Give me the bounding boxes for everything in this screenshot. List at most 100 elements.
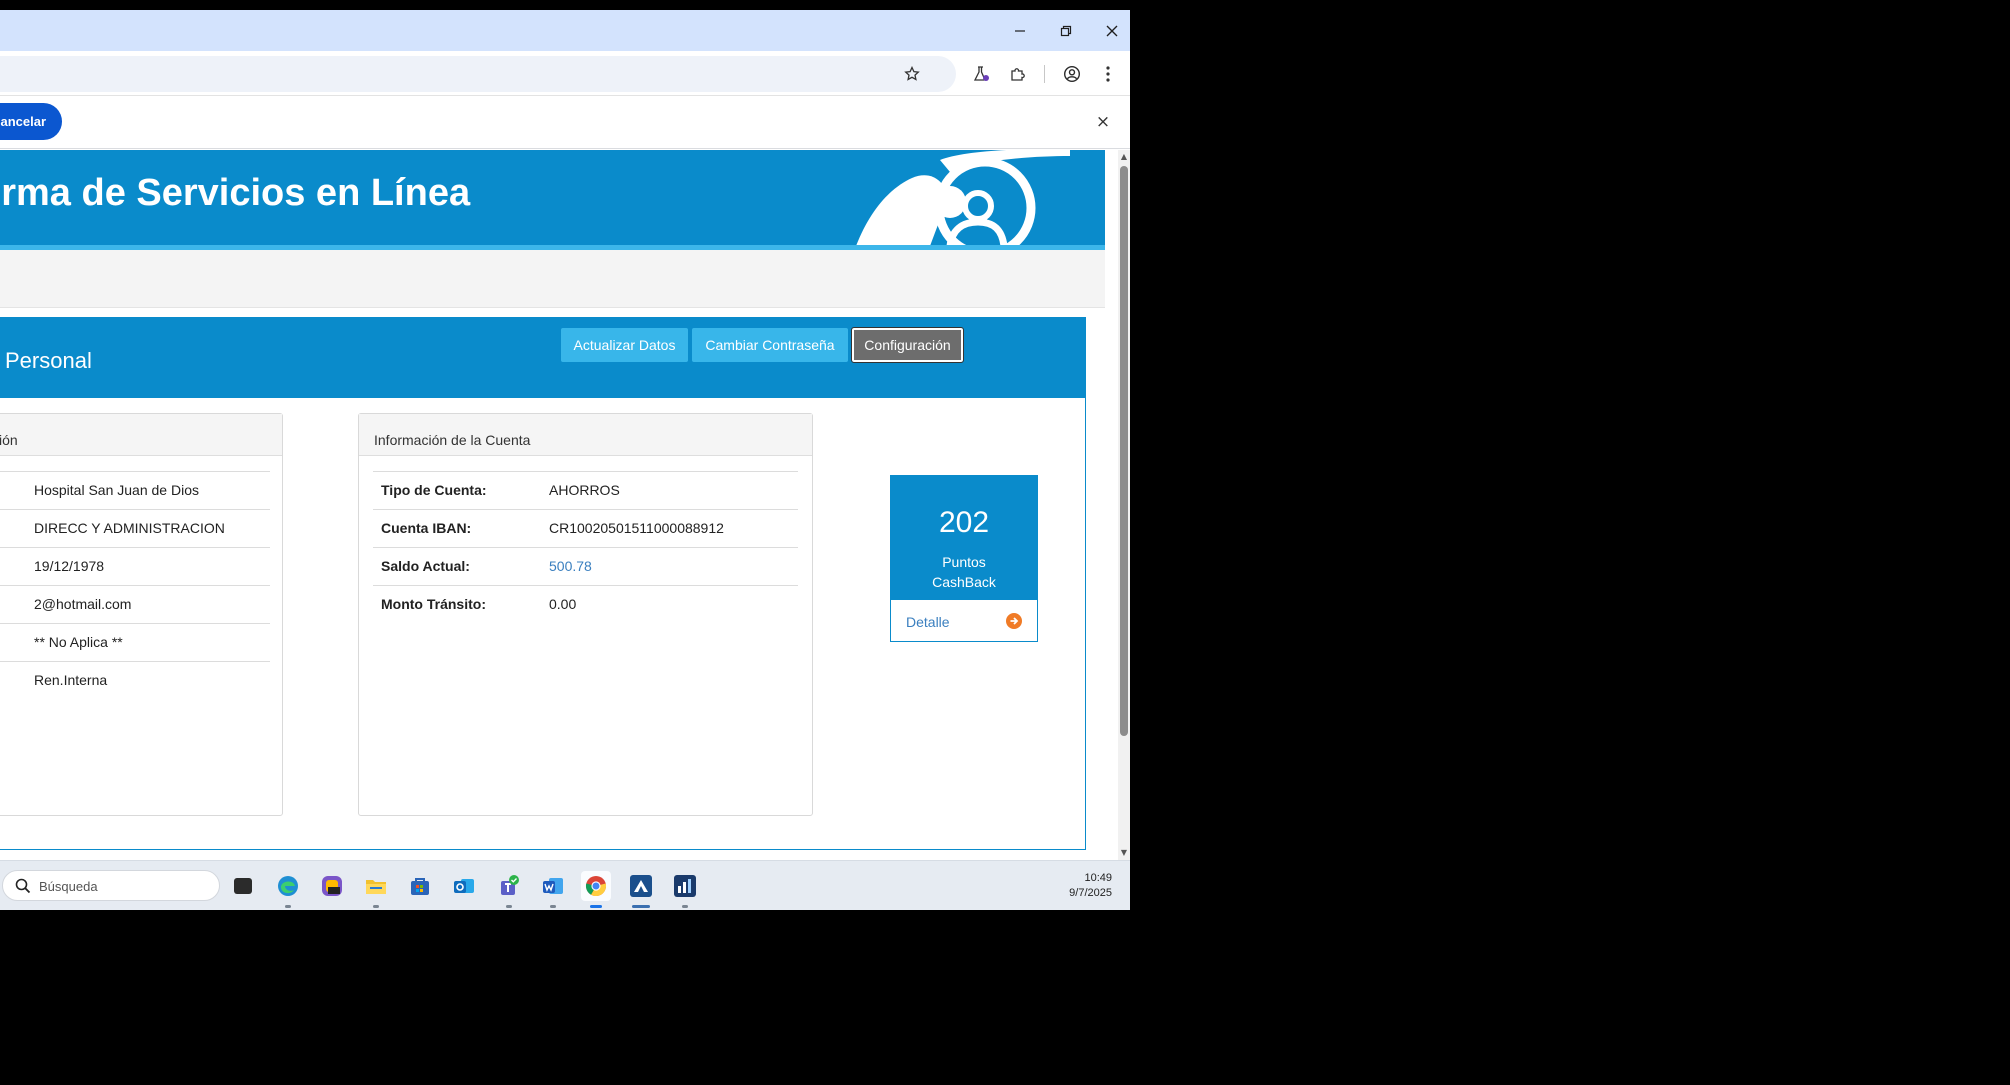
taskbar-app-edge[interactable] bbox=[273, 871, 303, 908]
minimize-button[interactable] bbox=[997, 10, 1043, 51]
browser-toolbar bbox=[0, 51, 1130, 96]
running-indicator bbox=[285, 905, 291, 908]
cashback-detail-link[interactable]: Detalle bbox=[906, 614, 950, 630]
row-label: Monto Tránsito: bbox=[381, 596, 486, 612]
arrow-right-icon bbox=[1010, 617, 1019, 625]
row-value: Hospital San Juan de Dios bbox=[34, 482, 199, 498]
address-bar[interactable] bbox=[0, 56, 956, 92]
row-label: Cuenta IBAN: bbox=[381, 520, 472, 536]
bookmark-star-button[interactable] bbox=[897, 59, 927, 89]
row-value: ** No Aplica ** bbox=[34, 634, 123, 650]
page-viewport: orma de Servicios en Línea Personal Actu… bbox=[0, 150, 1118, 860]
task-view-icon bbox=[234, 878, 252, 894]
taskbar-app-chrome[interactable] bbox=[581, 871, 611, 908]
cashback-widget: 202 Puntos CashBack Detalle bbox=[890, 475, 1038, 642]
row-label: Tipo de Cuenta: bbox=[381, 482, 487, 498]
edge-icon bbox=[278, 876, 298, 896]
nav-bar bbox=[0, 250, 1105, 308]
restore-icon bbox=[1060, 25, 1072, 36]
panel-header: Personal Actualizar Datos Cambiar Contra… bbox=[0, 318, 1085, 398]
close-window-button[interactable] bbox=[1089, 10, 1130, 51]
scroll-up-icon[interactable]: ▲ bbox=[1119, 152, 1129, 162]
row-value: 2@hotmail.com bbox=[34, 596, 132, 612]
restore-button[interactable] bbox=[1043, 10, 1089, 51]
running-indicator bbox=[632, 905, 650, 908]
minimize-icon bbox=[1015, 29, 1025, 32]
lab-extension-button[interactable] bbox=[966, 59, 996, 89]
personal-info-card: ción :Hospital San Juan de Dios DIRECC Y… bbox=[0, 413, 283, 816]
table-row: Monto Tránsito: 0.00 bbox=[373, 585, 798, 623]
row-value: 0.00 bbox=[549, 596, 577, 612]
running-indicator bbox=[373, 905, 379, 908]
personal-info-rows: :Hospital San Juan de Dios DIRECC Y ADMI… bbox=[0, 471, 270, 699]
row-value: CR10020501511000088912 bbox=[549, 520, 724, 536]
profile-button[interactable] bbox=[1057, 59, 1087, 89]
chrome-icon bbox=[585, 876, 607, 897]
teams-icon bbox=[501, 875, 519, 895]
institution-logo bbox=[856, 150, 1070, 246]
task-view-button[interactable] bbox=[228, 871, 258, 901]
folder-icon bbox=[366, 880, 386, 894]
browser-window: Cancelar × orma de Servicios en Línea bbox=[0, 10, 1130, 910]
taskbar-app-m365[interactable] bbox=[317, 871, 347, 901]
update-data-button[interactable]: Actualizar Datos bbox=[561, 328, 688, 362]
title-bar[interactable] bbox=[0, 10, 1130, 51]
row-value: 19/12/1978 bbox=[34, 558, 105, 574]
system-clock[interactable]: 10:49 9/7/2025 bbox=[1050, 871, 1112, 901]
arrow-right-circle-icon[interactable] bbox=[1006, 613, 1022, 629]
site-banner: orma de Servicios en Línea bbox=[0, 150, 1105, 250]
running-indicator bbox=[550, 905, 556, 908]
cashback-label-line2: CashBack bbox=[932, 574, 996, 590]
outlook-icon bbox=[454, 879, 474, 893]
row-value: Ren.Interna bbox=[34, 672, 108, 688]
banner-title: orma de Servicios en Línea bbox=[0, 172, 471, 214]
panel-title: Personal bbox=[5, 348, 92, 373]
taskbar-search[interactable]: Búsqueda bbox=[2, 870, 220, 901]
search-icon bbox=[15, 878, 31, 894]
desktop: Cancelar × orma de Servicios en Línea bbox=[0, 0, 2010, 1085]
toolbar-separator bbox=[1044, 65, 1045, 83]
taskbar-app-word[interactable] bbox=[538, 871, 568, 908]
close-icon: × bbox=[1095, 112, 1111, 132]
table-row: :Hospital San Juan de Dios bbox=[0, 471, 270, 509]
taskbar-app-teams[interactable] bbox=[494, 871, 524, 908]
taskbar-app-outlook[interactable] bbox=[449, 871, 479, 901]
card-header: Información de la Cuenta bbox=[359, 414, 812, 456]
triangle-app-icon bbox=[630, 875, 652, 897]
scrollbar-thumb[interactable] bbox=[1120, 166, 1128, 736]
cashback-points: 202 bbox=[938, 506, 990, 539]
menu-button[interactable] bbox=[1093, 59, 1123, 89]
star-icon bbox=[904, 66, 920, 81]
taskbar-app-blue-triangle[interactable] bbox=[626, 871, 656, 908]
puzzle-icon bbox=[1011, 68, 1025, 81]
taskbar-app-file-explorer[interactable] bbox=[361, 871, 391, 908]
row-value: AHORROS bbox=[549, 482, 620, 498]
table-row: DIRECC Y ADMINISTRACION bbox=[0, 509, 270, 547]
flask-icon bbox=[973, 66, 989, 81]
taskbar-app-dark-chart[interactable] bbox=[670, 871, 700, 908]
cancel-button[interactable]: Cancelar bbox=[0, 103, 62, 140]
table-row: ** No Aplica ** bbox=[0, 623, 270, 661]
windows-taskbar: Búsqueda 10:49 9/7/2025 bbox=[0, 860, 1130, 910]
scroll-down-icon[interactable]: ▼ bbox=[1119, 848, 1129, 858]
cashback-label-line1: Puntos bbox=[942, 554, 986, 570]
change-password-button[interactable]: Cambiar Contraseña bbox=[692, 328, 848, 362]
card-header: ción bbox=[0, 414, 282, 456]
store-icon bbox=[411, 878, 429, 895]
m365-icon bbox=[322, 876, 342, 896]
profile-panel: Personal Actualizar Datos Cambiar Contra… bbox=[0, 317, 1086, 850]
infobar-close-button[interactable]: × bbox=[1090, 109, 1116, 135]
table-row: Saldo Actual: 500.78 bbox=[373, 547, 798, 585]
clock-time: 10:49 bbox=[1084, 872, 1112, 884]
taskbar-app-store[interactable] bbox=[405, 871, 435, 901]
row-value: DIRECC Y ADMINISTRACION bbox=[34, 520, 225, 536]
more-vert-icon bbox=[1106, 66, 1110, 82]
chart-app-icon bbox=[674, 875, 696, 897]
extensions-button[interactable] bbox=[1003, 59, 1033, 89]
cashback-summary: 202 Puntos CashBack bbox=[891, 476, 1037, 600]
search-placeholder: Búsqueda bbox=[39, 879, 98, 894]
balance-link[interactable]: 500.78 bbox=[549, 558, 592, 574]
account-circle-icon bbox=[1063, 65, 1081, 83]
page-scrollbar[interactable]: ▲ ▼ bbox=[1118, 150, 1130, 860]
settings-button[interactable]: Configuración bbox=[851, 327, 964, 363]
